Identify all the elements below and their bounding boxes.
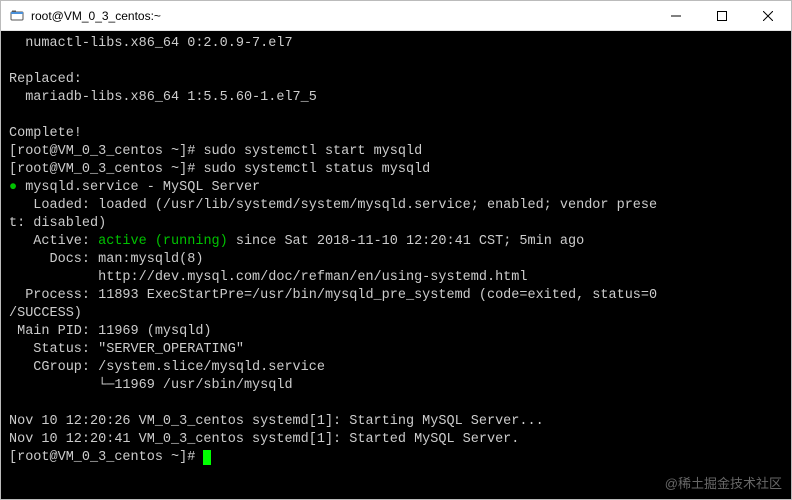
output-line: └─11969 /usr/sbin/mysqld [9,378,293,393]
cursor-icon [203,450,211,465]
output-line: numactl-libs.x86_64 0:2.0.9-7.el7 [9,36,293,51]
log-line: Nov 10 12:20:41 VM_0_3_centos systemd[1]… [9,432,519,447]
app-icon [9,8,25,24]
maximize-button[interactable] [699,1,745,30]
output-line: Main PID: 11969 (mysqld) [9,324,212,339]
output-line: t: disabled) [9,216,106,231]
minimize-button[interactable] [653,1,699,30]
close-button[interactable] [745,1,791,30]
output-line: CGroup: /system.slice/mysqld.service [9,360,325,375]
output-line: Complete! [9,126,82,141]
command-text: sudo systemctl status mysqld [203,162,430,177]
shell-prompt: [root@VM_0_3_centos ~]# [9,144,203,159]
output-line: mariadb-libs.x86_64 1:5.5.60-1.el7_5 [9,90,317,105]
active-label: Active: [9,234,98,249]
shell-prompt: [root@VM_0_3_centos ~]# [9,450,203,465]
output-line: Status: "SERVER_OPERATING" [9,342,244,357]
status-bullet-icon: ● [9,180,17,195]
output-line: /SUCCESS) [9,306,82,321]
command-text: sudo systemctl start mysqld [203,144,422,159]
output-line: Process: 11893 ExecStartPre=/usr/bin/mys… [9,288,657,303]
output-line: http://dev.mysql.com/doc/refman/en/using… [9,270,527,285]
shell-prompt: [root@VM_0_3_centos ~]# [9,162,203,177]
output-line: Loaded: loaded (/usr/lib/systemd/system/… [9,198,657,213]
terminal-body[interactable]: numactl-libs.x86_64 0:2.0.9-7.el7 Replac… [1,31,791,499]
service-name: mysqld.service - MySQL Server [17,180,260,195]
output-line: Docs: man:mysqld(8) [9,252,203,267]
window-title: root@VM_0_3_centos:~ [31,9,653,23]
terminal-window: root@VM_0_3_centos:~ numactl-libs.x86_64… [0,0,792,500]
active-status: active (running) [98,234,228,249]
active-since: since Sat 2018-11-10 12:20:41 CST; 5min … [228,234,584,249]
titlebar: root@VM_0_3_centos:~ [1,1,791,31]
output-line: Replaced: [9,72,82,87]
log-line: Nov 10 12:20:26 VM_0_3_centos systemd[1]… [9,414,544,429]
window-controls [653,1,791,30]
